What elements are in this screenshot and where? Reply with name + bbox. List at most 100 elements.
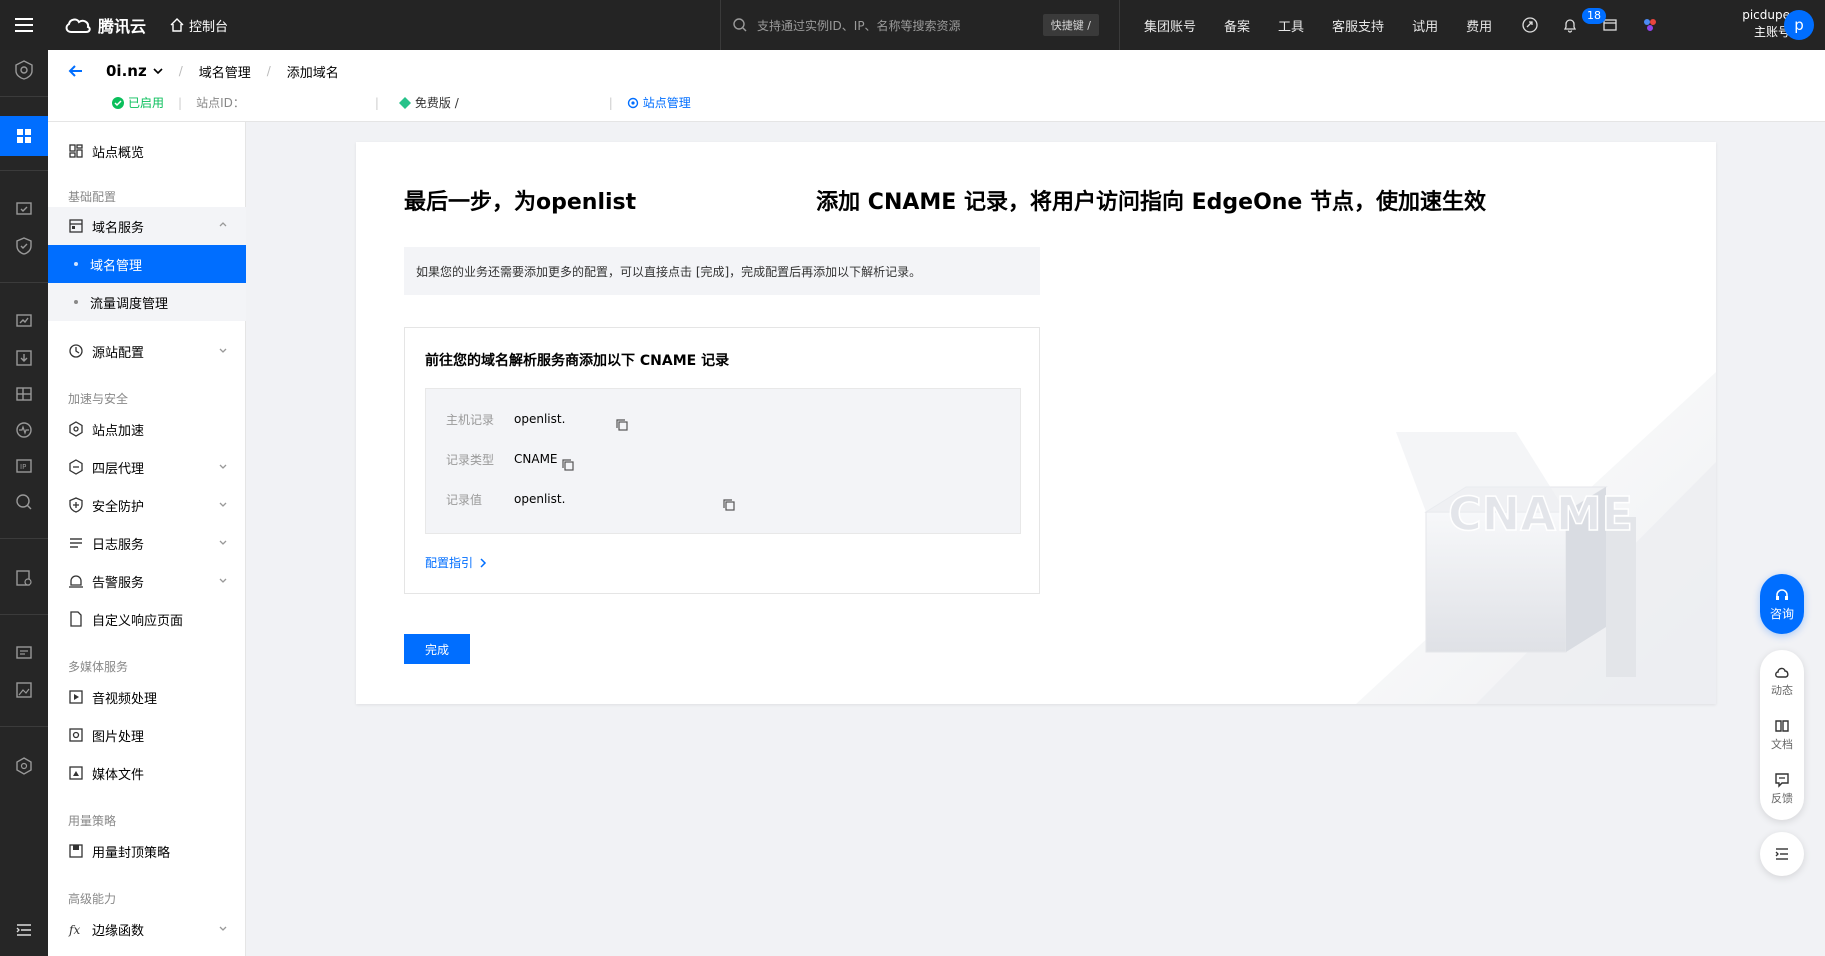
settings-doc-icon[interactable] [14,568,34,588]
nav-custom-response-page[interactable]: 自定义响应页面 [48,600,246,638]
svg-text:fx: fx [68,923,80,937]
record-row-host: 主机记录 openlist. [446,409,565,429]
records-table: 主机记录 openlist. 记录类型 CNAME 记录值 openlist. [425,388,1021,534]
nav-edge-functions[interactable]: fx 边缘函数 [48,910,246,948]
consult-label: 咨询 [1769,606,1794,621]
dynamic-button[interactable]: 动态 [1760,656,1804,706]
nav-domain-service[interactable]: 域名服务 [48,207,246,245]
hexagon-shield-icon[interactable] [14,756,34,776]
edgeone-product-icon[interactable] [14,60,34,80]
nav-media-files[interactable]: 媒体文件 [48,754,246,792]
host-label: 主机记录 [446,412,495,427]
nav-site-accel[interactable]: 站点加速 [48,410,246,448]
page-header: 0i.nz / 域名管理 / 添加域名 已启用 | 站点ID： | 免费版 / … [48,50,1825,122]
ip-icon[interactable]: IP [14,456,34,476]
nav-site-overview[interactable]: 站点概览 [48,132,246,170]
nav-origin-config[interactable]: 源站配置 [48,332,246,370]
list-toggle-button[interactable] [1760,832,1804,876]
floating-tools: 动态 文档 反馈 [1760,650,1804,820]
nav-label: 边缘函数 [92,923,145,939]
group-accel-label: 加速与安全 [68,392,129,406]
breadcrumb-domain-manage[interactable]: 域名管理 [199,62,251,81]
plan-text: 免费版 / [414,96,459,110]
nav-usage-cap[interactable]: 用量封顶策略 [48,832,246,870]
headset-icon [1776,588,1788,600]
top-link-billing[interactable]: 费用 [1466,16,1492,35]
nav-av-processing[interactable]: 音视频处理 [48,678,246,716]
config-guide-link[interactable]: 配置指引 [425,554,487,571]
chevron-down-icon [219,578,227,583]
brand-logo[interactable]: 腾讯云 [64,13,146,37]
diamond-icon [398,96,411,109]
nav-image-processing[interactable]: 图片处理 [48,716,246,754]
top-link-filing[interactable]: 备案 [1224,16,1250,35]
status-badge: 已启用 [112,94,164,111]
monitor-check-icon[interactable] [14,200,34,220]
avatar[interactable]: p [1784,10,1814,40]
chevron-down-icon [219,464,227,469]
link-circle-icon[interactable] [1522,17,1538,33]
done-button[interactable]: 完成 [404,634,470,664]
type-label: 记录类型 [446,452,495,467]
nav-label: 自定义响应页面 [92,613,184,629]
copy-icon[interactable] [562,459,574,471]
chevron-down-icon [153,68,163,75]
feedback-icon [1775,773,1789,788]
top-nav-links: 集团账号 备案 工具 客服支持 试用 费用 [1130,0,1506,50]
top-link-support[interactable]: 客服支持 [1332,16,1384,35]
ai-assistant-icon[interactable] [1642,17,1658,33]
gear-icon [627,97,638,108]
shield-check-icon[interactable] [14,236,34,256]
collapse-menu-icon[interactable] [14,920,34,940]
analytics-screen-icon[interactable] [14,312,34,332]
list-icon [70,538,82,548]
site-selector[interactable]: 0i.nz [106,62,163,80]
site-manage-text: 站点管理 [642,96,691,110]
value-label: 记录值 [446,492,483,507]
notification-count-badge: 18 [1582,8,1606,24]
console-label: 控制台 [189,19,229,35]
media-file-icon [69,766,83,780]
top-link-trial[interactable]: 试用 [1412,16,1438,35]
nav-label: 日志服务 [92,537,145,553]
bell-icon[interactable] [1562,17,1578,33]
alarm-icon [69,575,83,588]
download-icon[interactable] [14,348,34,368]
page-icon [70,611,82,627]
feedback-button[interactable]: 反馈 [1760,764,1804,814]
docs-button[interactable]: 文档 [1760,710,1804,760]
search-icon[interactable] [14,492,34,512]
proxy-icon [69,459,83,475]
dynamic-label: 动态 [1771,684,1793,697]
nav-l4-proxy[interactable]: 四层代理 [48,448,246,486]
console-home-link[interactable]: 控制台 [170,16,228,35]
group-adv-label: 高级能力 [68,892,117,906]
nav-traffic-scheduling[interactable]: 流量调度管理 [48,283,246,321]
chevron-down-icon [219,502,227,507]
back-arrow-icon[interactable] [66,61,86,81]
nav-security[interactable]: 安全防护 [48,486,246,524]
record-row-type: 记录类型 CNAME [446,449,558,469]
dashboard-icon[interactable] [14,126,34,146]
table-grid-icon[interactable] [14,384,34,404]
top-bar: 腾讯云 控制台 支持通过实例ID、IP、名称等搜索资源 快捷键 / 集团账号 备… [0,0,1825,50]
global-search-input[interactable]: 支持通过实例ID、IP、名称等搜索资源 快捷键 / [720,0,1120,50]
nav-label: 站点概览 [92,145,145,161]
hamburger-menu-button[interactable] [0,0,48,50]
copy-icon[interactable] [723,499,735,511]
copy-icon[interactable] [616,419,628,431]
nav-alarm-service[interactable]: 告警服务 [48,562,246,600]
top-link-group-account[interactable]: 集团账号 [1144,16,1196,35]
nav-log-service[interactable]: 日志服务 [48,524,246,562]
nav-domain-manage[interactable]: 域名管理 [48,245,246,283]
image-icon[interactable] [14,680,34,700]
nav-label: 四层代理 [92,461,145,477]
host-value: openlist. [514,412,566,426]
pulse-icon[interactable] [14,420,34,440]
top-link-tools[interactable]: 工具 [1278,16,1304,35]
user-name: picdupe [1742,8,1790,22]
user-info[interactable]: picdupe 主账号 [1718,7,1790,41]
consult-button[interactable]: 咨询 [1760,574,1804,634]
message-screen-icon[interactable] [14,644,34,664]
site-manage-link[interactable]: 站点管理 [627,94,691,111]
